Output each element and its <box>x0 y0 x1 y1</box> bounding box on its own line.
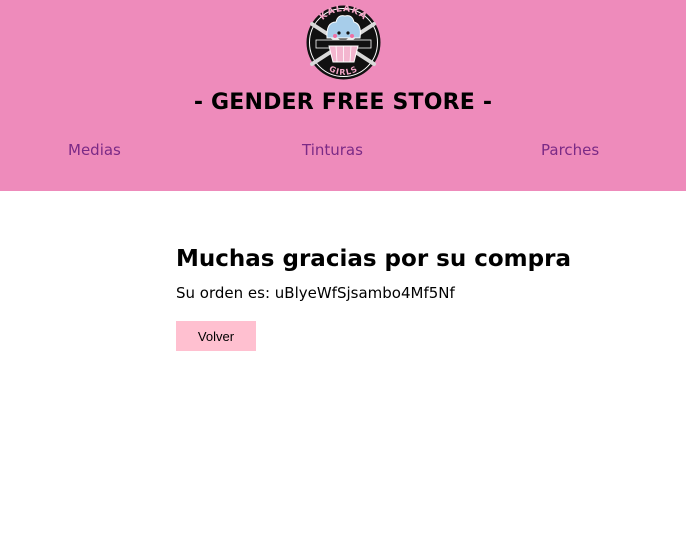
site-header: KALAKA GIRLS - GENDER FREE STORE - Media… <box>0 0 686 191</box>
cupcake-logo-icon: KALAKA GIRLS <box>306 4 381 80</box>
thank-you-heading: Muchas gracias por su compra <box>176 246 571 272</box>
order-label: Su orden es: <box>176 284 275 302</box>
store-title: - GENDER FREE STORE - <box>193 90 493 115</box>
nav-link-parches[interactable]: Parches <box>541 140 599 160</box>
back-button[interactable]: Volver <box>176 321 256 351</box>
nav-link-tinturas[interactable]: Tinturas <box>302 140 363 160</box>
order-id: uBlyeWfSjsambo4Mf5Nf <box>274 284 455 302</box>
order-info: Su orden es: uBlyeWfSjsambo4Mf5Nf <box>176 283 455 303</box>
kalaka-girls-logo[interactable]: KALAKA GIRLS <box>302 4 385 81</box>
nav-link-medias[interactable]: Medias <box>68 140 121 160</box>
